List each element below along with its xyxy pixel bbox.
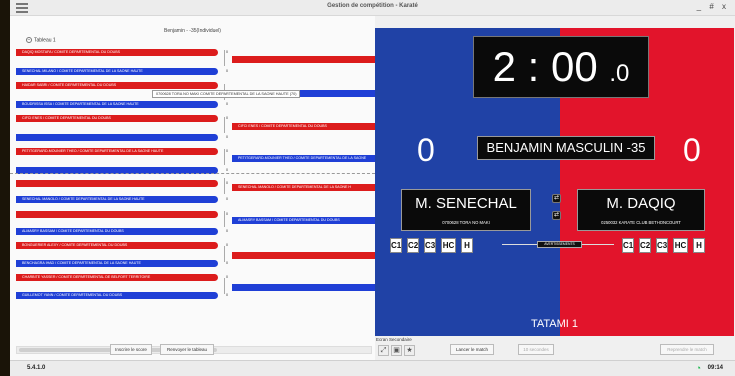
scoreboard: 2 : 00 .0 0 0 BENJAMIN MASCULIN -35 M. S… (375, 28, 734, 336)
bracket-divider (10, 173, 375, 174)
bracket-entry-round2[interactable]: PETITGERARD-MOUNIER THEO / COMITE DEPART… (232, 155, 382, 162)
app-window: Gestion de compétition - Karaté _ # x Be… (10, 0, 735, 376)
entry-score: 0 (226, 181, 228, 185)
window-controls[interactable]: _ # x (697, 2, 729, 11)
entry-score: 0 (226, 102, 228, 106)
version-label: 5.4.1.0 (27, 365, 46, 371)
bracket-entry[interactable]: GUILLEMOT YANN / COMITE DEPARTEMENTAL DU… (16, 292, 218, 299)
renvoyer-tableau-button[interactable]: Renvoyer le tableau (160, 344, 214, 355)
entry-score: 0 (226, 50, 228, 54)
competitor-tooltip: 0700628 TORA NO MAKI COMITE DEPARTEMENTA… (152, 90, 301, 98)
bracket-entry-round2[interactable]: CIFCI ENES / COMITE DEPARTEMENTAL DU DOU… (232, 123, 382, 130)
lancer-match-button[interactable]: Lancer le match (450, 344, 494, 355)
red-competitor: M. DAQIQ 0250032 KARATE CLUB BETHONCOURT (577, 189, 705, 231)
bracket-connector (224, 149, 225, 165)
entry-score: 0 (226, 116, 228, 120)
entry-score: 0 (226, 261, 228, 265)
entry-score: 0 (226, 135, 228, 139)
category-display: BENJAMIN MASCULIN -35 (477, 136, 655, 160)
bracket-entry-round2[interactable] (232, 56, 382, 63)
blue-penalty-c1-button[interactable]: C1 (390, 238, 402, 253)
red-penalty-c3-button[interactable]: C3 (656, 238, 668, 253)
bracket-entry[interactable]: DAQIQ MOSTAFA / COMITE DEPARTEMENTAL DU … (16, 49, 218, 56)
red-penalty-c2-button[interactable]: C2 (639, 238, 651, 253)
entry-score: 0 (226, 168, 228, 172)
bracket-entry-round2[interactable]: SENECHAL MANOLO / COMITE DEPARTEMENTAL D… (232, 184, 382, 191)
swap-top-icon[interactable]: ⇄ (552, 194, 561, 203)
blue-penalty-c2-button[interactable]: C2 (407, 238, 419, 253)
swap-bottom-icon[interactable]: ⇄ (552, 211, 561, 220)
bracket-category: Benjamin - -35(Individuel) (164, 28, 221, 34)
blue-competitor: M. SENECHAL 0700628 TORA NO MAKI (401, 189, 531, 231)
screen-window-icon[interactable]: ▣ (391, 345, 402, 356)
bracket-entry[interactable]: BONGUERIER ALEXY / COMITE DEPARTEMENTAL … (16, 242, 218, 249)
red-name: M. DAQIQ (606, 195, 676, 212)
entry-score: 0 (226, 243, 228, 247)
red-penalty-hc-button[interactable]: HC (673, 238, 688, 253)
bracket-connector (224, 278, 225, 294)
bracket-connector (224, 117, 225, 133)
screen-expand-icon[interactable]: ⤢ (378, 345, 389, 356)
blue-score[interactable]: 0 (417, 132, 435, 169)
red-penalty-c1-button[interactable]: C1 (622, 238, 634, 253)
ten-seconds-button[interactable]: 10 secondes (518, 344, 554, 355)
bracket-entry[interactable]: ALMASRY BASSAM / COMITE DEPARTEMENTAL DU… (16, 228, 218, 235)
collapse-icon[interactable]: − (26, 37, 32, 43)
title-bar: Gestion de compétition - Karaté _ # x (10, 0, 735, 16)
entry-score: 0 (226, 212, 228, 216)
timer-main: 2 : 00 (492, 43, 598, 90)
bracket-entry[interactable]: HAIDAR SABRI / COMITE DEPARTEMENTAL DU D… (16, 82, 218, 89)
tableau-toggle[interactable]: − Tableau 1 (26, 37, 56, 43)
entry-score: 0 (226, 149, 228, 153)
blue-club: 0700628 TORA NO MAKI (442, 220, 490, 225)
star-icon[interactable]: ★ (404, 345, 415, 356)
blue-penalty-c3-button[interactable]: C3 (424, 238, 436, 253)
blue-name: M. SENECHAL (415, 195, 517, 212)
avertissements-label: AVERTISSEMENTS (537, 241, 582, 248)
red-penalty-h-button[interactable]: H (693, 238, 705, 253)
status-bar: 5.4.1.0 ◔ 09:14 (10, 360, 735, 376)
bracket-entry-round2[interactable] (232, 284, 382, 291)
inscrire-score-button[interactable]: Inscrire le score (110, 344, 152, 355)
entry-score: 0 (226, 275, 228, 279)
entry-score: 0 (226, 69, 228, 73)
bracket-entry[interactable]: SENECHAL MANOLO / COMITE DEPARTEMENTAL D… (16, 196, 218, 203)
bracket-connector (224, 50, 225, 66)
wifi-icon: ◔ (695, 363, 701, 373)
bracket-entry[interactable]: SENECHAL MILANO / COMITE DEPARTEMENTAL D… (16, 68, 218, 75)
blue-penalty-hc-button[interactable]: HC (441, 238, 456, 253)
blue-penalty-h-button[interactable]: H (461, 238, 473, 253)
bracket-panel: Benjamin - -35(Individuel) − Tableau 1 DA… (10, 16, 382, 360)
entry-score: 0 (226, 293, 228, 297)
entry-score: 0 (226, 197, 228, 201)
ecran-secondaire-label: Ecran Secondaire (376, 337, 412, 342)
bracket-connector (224, 178, 225, 194)
timer-decimal: .0 (609, 60, 630, 87)
tableau-label: Tableau 1 (34, 37, 56, 44)
reprendre-match-button[interactable]: Reprendre le match (660, 344, 714, 355)
entry-score: 0 (226, 229, 228, 233)
bracket-entry[interactable]: BENCHAGRA IHAD / COMITE DEPARTEMENTAL DE… (16, 260, 218, 267)
match-timer[interactable]: 2 : 00 .0 (473, 36, 649, 98)
clock: 09:14 (707, 365, 723, 371)
tatami-label: TATAMI 1 (530, 318, 579, 330)
red-club: 0250032 KARATE CLUB BETHONCOURT (601, 220, 681, 225)
bracket-connector (224, 246, 225, 262)
bracket-entry[interactable]: CHARBITE YASSER / COMITE DEPARTEMENTAL D… (16, 274, 218, 281)
red-score[interactable]: 0 (683, 132, 701, 169)
bracket-entry-round2[interactable] (232, 252, 382, 259)
bracket-entry[interactable] (16, 211, 218, 218)
bracket-entry[interactable]: CIFCI ENES / COMITE DEPARTEMENTAL DU DOU… (16, 115, 218, 122)
bracket-entry[interactable] (16, 180, 218, 187)
bracket-connector (224, 211, 225, 227)
bracket-entry-round2[interactable]: ALMASRY BASSAM / COMITE DEPARTEMENTAL DU… (232, 217, 382, 224)
bracket-entry[interactable]: PETITGERARD-MOUNIER THEO / COMITE DEPART… (16, 148, 218, 155)
bracket-entry[interactable]: BOUDRISSA ISSA / COMITE DEPARTEMENTAL DE… (16, 101, 218, 108)
bracket-entry[interactable] (16, 134, 218, 141)
window-title: Gestion de compétition - Karaté (327, 3, 418, 9)
